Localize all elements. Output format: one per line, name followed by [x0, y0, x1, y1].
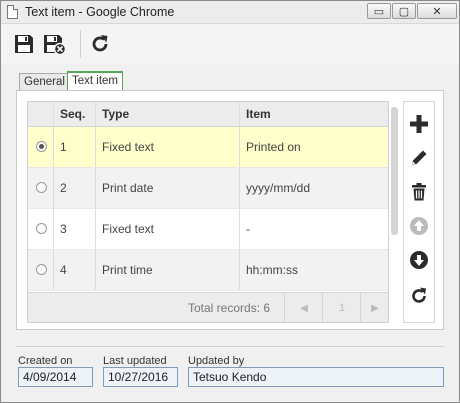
table-row[interactable]: 2 Print date yyyy/mm/dd: [28, 168, 388, 209]
row-select-cell: [28, 250, 54, 290]
move-up-button[interactable]: [407, 214, 431, 238]
row-select-cell: [28, 168, 54, 208]
next-page-icon: ▶: [371, 302, 379, 314]
edit-icon: [412, 150, 427, 165]
seq-cell: 3: [54, 209, 96, 249]
add-button[interactable]: [407, 112, 431, 136]
add-icon: [410, 115, 428, 133]
refresh-button[interactable]: [87, 32, 113, 56]
maximize-button[interactable]: ▢: [392, 3, 416, 19]
close-icon: ✕: [432, 5, 442, 18]
item-cell: yyyy/mm/dd: [246, 181, 311, 195]
header-type[interactable]: Type: [96, 102, 240, 126]
next-page-button[interactable]: ▶: [360, 293, 388, 322]
created-on-label: Created on: [18, 355, 73, 367]
side-action-bar: [403, 101, 435, 323]
item-cell: hh:mm:ss: [246, 263, 299, 277]
seq-cell: 1: [54, 127, 96, 167]
row-select-cell: [28, 127, 54, 167]
text-item-panel: Seq. Type Item 1 Fixed text Printed on 2…: [16, 90, 444, 330]
chrome-window: Text item - Google Chrome ▭ ▢ ✕ General …: [0, 0, 460, 403]
item-cell: -: [246, 222, 250, 236]
close-window-button[interactable]: ✕: [417, 3, 457, 19]
tab-general[interactable]: General: [19, 73, 70, 90]
page-number: 1: [322, 293, 361, 322]
footer-divider: [16, 346, 444, 347]
save-and-close-button[interactable]: [41, 32, 67, 56]
last-updated-field: 10/27/2016: [103, 367, 178, 387]
move-down-button[interactable]: [407, 248, 431, 272]
refresh-icon: [92, 35, 108, 52]
move-up-icon: [410, 217, 428, 235]
table-row[interactable]: 1 Fixed text Printed on: [28, 127, 388, 168]
delete-button[interactable]: [407, 180, 431, 204]
delete-icon: [412, 183, 426, 201]
grid-refresh-button[interactable]: [407, 284, 431, 308]
title-bar[interactable]: Text item - Google Chrome ▭ ▢ ✕: [1, 1, 459, 24]
maximize-icon: ▢: [398, 5, 410, 18]
type-cell: Fixed text: [96, 127, 240, 167]
item-cell: Printed on: [246, 140, 301, 154]
header-select: [28, 102, 54, 126]
header-seq[interactable]: Seq.: [54, 102, 96, 126]
window-title: Text item - Google Chrome: [25, 5, 175, 19]
prev-page-icon: ◀: [300, 302, 308, 314]
updated-by-field: Tetsuo Kendo: [188, 367, 444, 387]
row-radio[interactable]: [36, 141, 47, 152]
items-grid: Seq. Type Item 1 Fixed text Printed on 2…: [27, 101, 389, 323]
row-radio[interactable]: [36, 264, 47, 275]
table-row[interactable]: 4 Print time hh:mm:ss: [28, 250, 388, 291]
row-radio[interactable]: [36, 223, 47, 234]
type-cell: Print date: [96, 168, 240, 208]
minimize-button[interactable]: ▭: [367, 3, 391, 19]
row-radio[interactable]: [36, 182, 47, 193]
seq-cell: 2: [54, 168, 96, 208]
minimize-icon: ▭: [373, 5, 385, 18]
table-row[interactable]: 3 Fixed text -: [28, 209, 388, 250]
created-on-field: 4/09/2014: [18, 367, 93, 387]
edit-button[interactable]: [407, 146, 431, 170]
grid-header: Seq. Type Item: [28, 102, 388, 127]
tab-text-item[interactable]: Text item: [67, 71, 124, 91]
grid-scrollbar[interactable]: [391, 107, 398, 235]
prev-page-button[interactable]: ◀: [284, 293, 323, 322]
row-select-cell: [28, 209, 54, 249]
save-icon: [15, 35, 33, 53]
last-updated-label: Last updated: [103, 355, 167, 367]
save-button[interactable]: [11, 32, 37, 56]
type-cell: Print time: [96, 250, 240, 290]
move-down-icon: [410, 251, 428, 269]
refresh-icon: [412, 287, 426, 303]
page-icon: [7, 5, 18, 19]
toolbar-separator: [80, 30, 81, 58]
seq-cell: 4: [54, 250, 96, 290]
save-and-close-icon: [44, 35, 66, 55]
total-records: Total records: 6: [188, 301, 271, 315]
type-cell: Fixed text: [96, 209, 240, 249]
grid-pager: Total records: 6 ◀ 1 ▶: [28, 292, 388, 322]
toolbar: [1, 24, 459, 64]
updated-by-label: Updated by: [188, 355, 245, 367]
header-item[interactable]: Item: [240, 102, 388, 126]
